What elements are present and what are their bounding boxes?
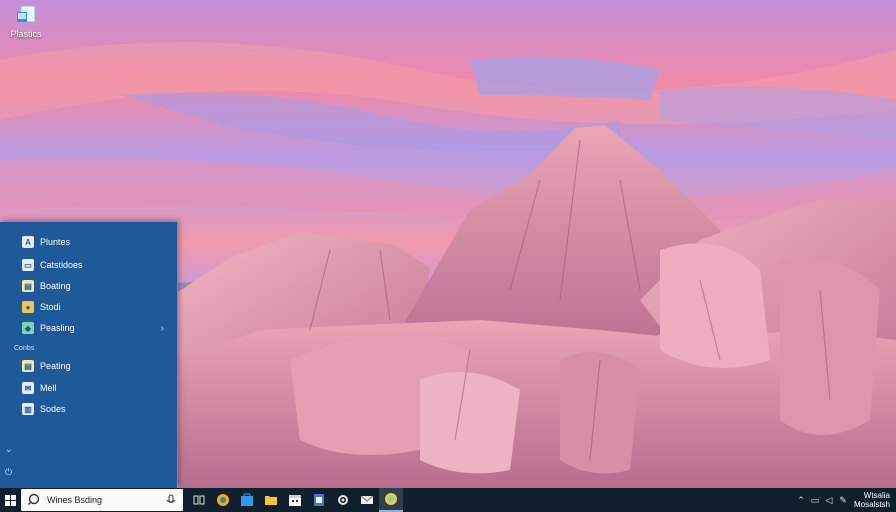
search-icon <box>28 493 40 505</box>
task-view-button[interactable] <box>187 488 211 512</box>
start-menu-item-sodes[interactable]: ▥ Sodes <box>22 401 172 417</box>
start-menu-item-label: Mell <box>40 383 57 393</box>
start-menu-section-label: Conbs <box>14 345 35 352</box>
start-menu-item-boating[interactable]: ▤ Boating <box>22 278 172 294</box>
computer-icon <box>15 4 37 26</box>
start-menu-item-pluntes[interactable]: A Pluntes <box>22 234 172 250</box>
app-icon: A <box>22 236 34 248</box>
taskbar-app-mail[interactable] <box>355 488 379 512</box>
start-menu-item-label: Pluntes <box>40 237 71 247</box>
browser-icon <box>217 494 229 506</box>
taskbar-app-photos[interactable] <box>379 488 403 512</box>
start-menu-item-label: Peasling <box>40 323 75 333</box>
taskbar-app-store[interactable] <box>235 488 259 512</box>
taskbar-app-calendar[interactable] <box>283 488 307 512</box>
start-menu-item-label: Sodes <box>40 404 66 414</box>
app-icon: ▭ <box>22 259 34 271</box>
taskbar: ⌃ ▭ ◁ ✎ Wtsalia Mosalstsh <box>0 488 896 512</box>
windows-icon <box>4 494 16 506</box>
chevron-up-icon[interactable]: ⌃ <box>794 488 808 512</box>
store-icon <box>241 493 253 506</box>
microphone-icon[interactable] <box>165 494 177 506</box>
gear-icon <box>338 495 348 505</box>
expand-icon[interactable]: ⌄ <box>5 444 13 455</box>
task-view-icon <box>193 495 205 505</box>
start-menu-item-stodi[interactable]: ● Stodi <box>22 299 172 315</box>
taskbar-app-settings[interactable] <box>331 488 355 512</box>
search-input[interactable] <box>47 495 167 505</box>
desktop-shortcut-label: Plastics <box>10 29 42 39</box>
photos-icon <box>385 493 397 505</box>
taskbar-app-browser[interactable] <box>211 488 235 512</box>
speaker-icon[interactable]: ◁ <box>822 488 836 512</box>
start-menu-item-label: Boating <box>40 281 71 291</box>
chevron-right-icon: › <box>160 322 164 334</box>
notifications-icon[interactable]: ✎ <box>836 488 850 512</box>
taskbar-app-document[interactable] <box>307 488 331 512</box>
app-icon: ◆ <box>22 322 34 334</box>
app-icon: ▥ <box>22 403 34 415</box>
start-button[interactable] <box>1 488 19 512</box>
app-icon: ✉ <box>22 382 34 394</box>
app-icon: ● <box>22 301 34 313</box>
start-menu-item-mell[interactable]: ✉ Mell <box>22 380 172 396</box>
network-icon[interactable]: ▭ <box>808 488 822 512</box>
mail-icon <box>360 495 374 504</box>
app-icon: ▤ <box>22 360 34 372</box>
taskbar-app-explorer[interactable] <box>259 488 283 512</box>
start-menu-item-label: Catstidoes <box>40 260 83 270</box>
start-menu-item-peasling[interactable]: ◆ Peasling › <box>22 320 172 336</box>
system-tray: ⌃ ▭ ◁ ✎ Wtsalia Mosalstsh <box>794 488 896 512</box>
folder-icon <box>265 496 277 505</box>
calendar-icon <box>289 495 301 506</box>
desktop-shortcut[interactable]: Plastics <box>4 4 48 39</box>
start-menu-item-peating[interactable]: ▤ Peating <box>22 358 172 374</box>
clock[interactable]: Wtsalia Mosalstsh <box>850 491 896 509</box>
clock-line-2: Mosalstsh <box>853 500 890 509</box>
start-menu-item-catstidoes[interactable]: ▭ Catstidoes <box>22 257 172 273</box>
start-menu-item-label: Stodi <box>40 302 61 312</box>
start-menu: A Pluntes ▭ Catstidoes ▤ Boating ● Stodi… <box>0 222 177 488</box>
power-icon[interactable]: ⏻ <box>5 467 12 478</box>
clock-line-1: Wtsalia <box>863 491 890 500</box>
document-icon <box>314 494 324 506</box>
start-menu-item-label: Peating <box>40 361 71 371</box>
app-icon: ▤ <box>22 280 34 292</box>
taskbar-search[interactable] <box>21 489 183 511</box>
